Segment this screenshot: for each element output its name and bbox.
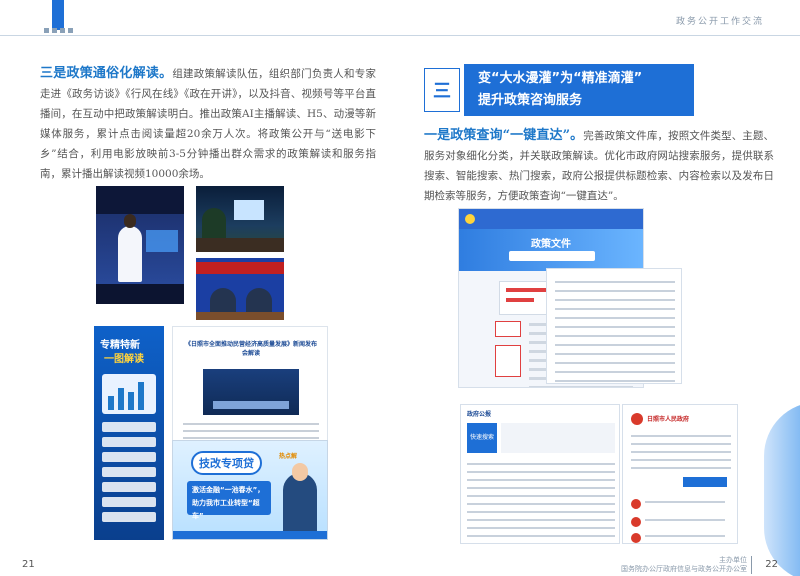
- doc-heading: 《日照市全面推动民营经济高质量发展》新闻发布会解读: [184, 341, 317, 357]
- tech-loan-banner: 技改专项贷 热点解 激活金融“一池春水”，助力我市工业转型“超车”: [172, 440, 328, 540]
- city-government-mobile-screenshot: 日照市人民政府: [622, 404, 738, 544]
- footer-host-name: 国务院办公厅政府信息与政务公开办公室: [621, 565, 747, 573]
- emblem-icon: [631, 413, 643, 425]
- gazette-filters: [501, 423, 615, 453]
- left-page: 三是政策通俗化解读。组建政策解读队伍，组织部门负责人和专家走进《政务访谈》《行风…: [0, 0, 400, 576]
- gazette-title: 政府公报: [467, 411, 492, 418]
- left-lead-heading: 三是政策通俗化解读。: [40, 66, 173, 81]
- tech-badge: 技改专项贷: [191, 451, 262, 475]
- ai-anchor-video-image: [96, 186, 184, 304]
- left-body-paragraph: 三是政策通俗化解读。组建政策解读队伍，组织部门负责人和专家走进《政务访谈》《行风…: [40, 64, 376, 184]
- tech-slogan: 激活金融“一池春水”，助力我市工业转型“超车”: [187, 481, 271, 520]
- top-decoration: [0, 0, 400, 36]
- outdoor-movie-image: [196, 186, 284, 252]
- decor-squares: [44, 28, 73, 33]
- decor-blue-block: [52, 0, 64, 30]
- running-header: 政务公开工作交流: [675, 17, 764, 27]
- left-body-text: 组建政策解读队伍，组织部门负责人和专家走进《政务访谈》《行风在线》《政在开讲》，…: [40, 68, 376, 180]
- mock-button: [683, 477, 727, 487]
- policy-list-screenshot: [546, 268, 682, 384]
- right-body-paragraph: 一是政策查询“一键直达”。完善政策文件库，按照文件类型、主题、服务对象细化分类，…: [424, 126, 774, 206]
- footer-host-label: 主办单位: [719, 556, 747, 564]
- search-box-mock: [509, 251, 595, 261]
- publisher-footer: 主办单位 国务院办公厅政府信息与政务公开办公室: [621, 556, 752, 574]
- section-title-line2: 提升政策咨询服务: [478, 93, 583, 108]
- section-title: 变“大水漫灌”为“精准滴灌” 提升政策咨询服务: [464, 64, 694, 116]
- policy-infographic-poster: 专精特新 一图解读: [94, 326, 164, 540]
- government-gazette-screenshot: 政府公报 快速搜索: [460, 404, 620, 544]
- section-number: 三: [424, 68, 460, 112]
- header-rule-right: [400, 35, 800, 36]
- highlight-box: [495, 345, 521, 377]
- poster-chart: [102, 374, 156, 414]
- right-lead-heading: 一是政策查询“一键直达”。: [424, 128, 584, 143]
- policy-files-banner: 政策文件: [459, 229, 643, 271]
- section-heading: 三 变“大水漫灌”为“精准滴灌” 提升政策咨询服务: [424, 62, 724, 118]
- poster-title: 专精特新: [100, 340, 140, 351]
- city-government-name: 日照市人民政府: [647, 416, 690, 423]
- section-title-line1: 变“大水漫灌”为“精准滴灌”: [478, 71, 643, 86]
- header-rule: [0, 35, 400, 36]
- right-page-number: 22: [765, 559, 778, 570]
- live-interview-image: [196, 258, 284, 320]
- tech-badge-hot: 热点解: [279, 453, 298, 460]
- corner-swoosh-decoration: [764, 402, 800, 576]
- quick-search-block: 快速搜索: [467, 423, 497, 453]
- left-page-number: 21: [22, 559, 35, 570]
- poster-subtitle: 一图解读: [104, 354, 144, 365]
- cartoon-man-illustration: [283, 463, 317, 539]
- press-photo: [203, 369, 299, 415]
- highlight-box: [495, 321, 521, 337]
